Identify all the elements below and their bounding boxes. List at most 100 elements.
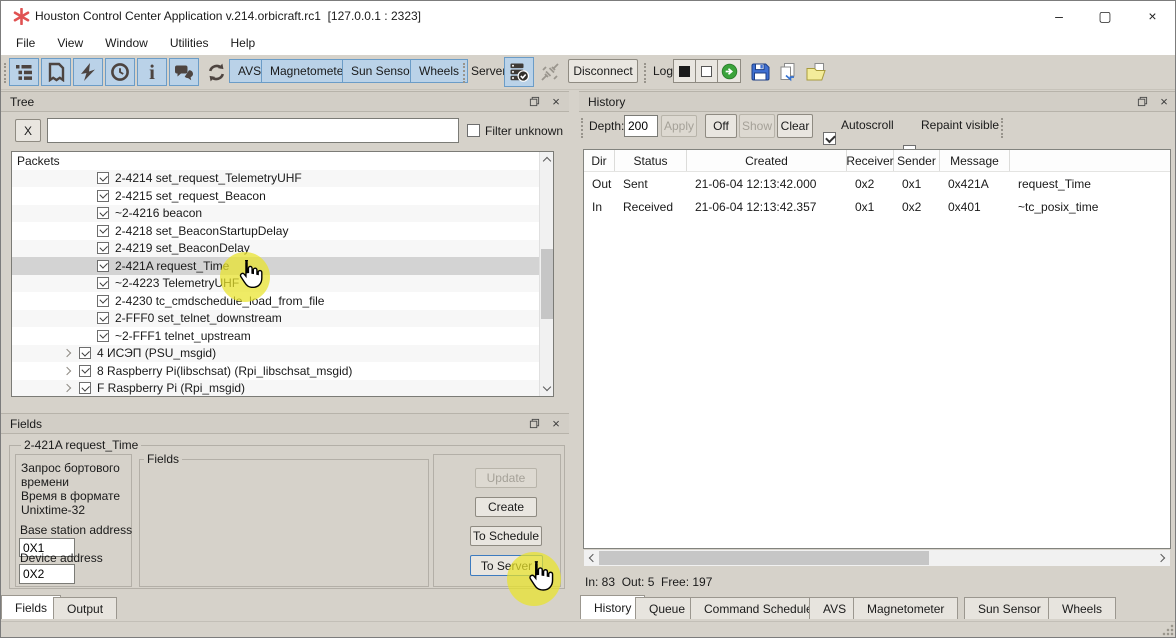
save-log-button[interactable] bbox=[747, 58, 773, 86]
checkbox-checked-icon[interactable] bbox=[79, 382, 91, 394]
tree-root-row[interactable]: Packets bbox=[12, 152, 539, 170]
log-pause-button[interactable] bbox=[695, 59, 718, 83]
show-button[interactable]: Show bbox=[739, 114, 775, 138]
tree-group-row[interactable]: 8 Raspberry Pi(libschsat) (Rpi_libschsat… bbox=[12, 362, 539, 380]
apply-button[interactable]: Apply bbox=[661, 115, 697, 137]
resize-grip[interactable] bbox=[1162, 624, 1174, 636]
checkbox-checked-icon[interactable] bbox=[97, 225, 109, 237]
filter-unknown-checkbox[interactable] bbox=[467, 124, 480, 137]
tree-row[interactable]: 2-FFF0 set_telnet_downstream bbox=[12, 310, 539, 328]
col-status[interactable]: Status bbox=[615, 150, 687, 171]
checkbox-checked-icon[interactable] bbox=[79, 347, 91, 359]
sync-toolbar-button[interactable] bbox=[202, 58, 230, 86]
toolbar-handle-server[interactable] bbox=[463, 63, 465, 83]
copy-log-button[interactable] bbox=[775, 58, 801, 86]
tab-output[interactable]: Output bbox=[53, 597, 117, 619]
checkbox-checked-icon[interactable] bbox=[97, 190, 109, 202]
minimize-button[interactable]: – bbox=[1036, 1, 1082, 31]
scroll-right-icon[interactable] bbox=[1155, 550, 1170, 566]
menu-utilities[interactable]: Utilities bbox=[159, 33, 220, 53]
tab-wheels[interactable]: Wheels bbox=[1048, 597, 1116, 619]
server-status-button[interactable] bbox=[504, 57, 534, 87]
lightning-toolbar-button[interactable] bbox=[73, 58, 103, 86]
close-panel-icon[interactable]: × bbox=[547, 416, 565, 432]
tab-magnetometer[interactable]: Magnetometer bbox=[853, 597, 958, 619]
checkbox-checked-icon[interactable] bbox=[97, 312, 109, 324]
float-panel-icon[interactable] bbox=[1133, 94, 1151, 110]
chevron-right-icon[interactable] bbox=[63, 384, 71, 392]
close-panel-icon[interactable]: × bbox=[547, 94, 565, 110]
tree-view-toolbar-button[interactable] bbox=[9, 58, 39, 86]
scroll-down-icon[interactable] bbox=[540, 381, 553, 396]
col-sender[interactable]: Sender bbox=[894, 150, 940, 171]
checkbox-checked-icon[interactable] bbox=[97, 295, 109, 307]
close-panel-icon[interactable]: × bbox=[1155, 94, 1173, 110]
menu-file[interactable]: File bbox=[5, 33, 46, 53]
checkbox-checked-icon[interactable] bbox=[97, 172, 109, 184]
tree-row[interactable]: ~2-4223 TelemetryUHF bbox=[12, 275, 539, 293]
device-address-field[interactable] bbox=[19, 564, 75, 584]
chat-toolbar-button[interactable] bbox=[169, 58, 199, 86]
toolbar-handle[interactable] bbox=[4, 63, 6, 83]
tree-filter-input[interactable] bbox=[47, 118, 459, 143]
menu-help[interactable]: Help bbox=[220, 33, 267, 53]
tree-scrollbar[interactable] bbox=[539, 152, 553, 396]
tree-row[interactable]: 2-4219 set_BeaconDelay bbox=[12, 240, 539, 258]
tab-sun-sensor[interactable]: Sun Sensor bbox=[964, 597, 1055, 619]
checkbox-checked-icon[interactable] bbox=[97, 277, 109, 289]
float-panel-icon[interactable] bbox=[525, 94, 543, 110]
col-extra[interactable] bbox=[1010, 150, 1170, 171]
off-button[interactable]: Off bbox=[705, 114, 737, 138]
autoscroll-checkbox[interactable] bbox=[823, 132, 836, 145]
tree-row[interactable]: 2-4230 tc_cmdschedule_load_from_file bbox=[12, 292, 539, 310]
scroll-left-icon[interactable] bbox=[584, 550, 599, 566]
tree-group-row[interactable]: 4 ИСЭП (PSU_msgid) bbox=[12, 345, 539, 363]
info-toolbar-button[interactable]: i bbox=[137, 58, 167, 86]
tree-group-row[interactable]: F Raspberry Pi (Rpi_msgid) bbox=[12, 380, 539, 398]
tree-row[interactable]: 2-4215 set_request_Beacon bbox=[12, 187, 539, 205]
history-hscrollbar[interactable] bbox=[584, 550, 1170, 566]
tab-command-schedule[interactable]: Command Schedule bbox=[690, 597, 827, 619]
menu-view[interactable]: View bbox=[46, 33, 94, 53]
update-button[interactable]: Update bbox=[475, 468, 537, 488]
checkbox-checked-icon[interactable] bbox=[79, 365, 91, 377]
chevron-right-icon[interactable] bbox=[63, 367, 71, 375]
history-row[interactable]: In Received 21-06-04 12:13:42.357 0x1 0x… bbox=[584, 195, 1170, 218]
tree-row-selected[interactable]: 2-421A request_Time bbox=[12, 257, 539, 275]
float-panel-icon[interactable] bbox=[525, 416, 543, 432]
clear-filter-button[interactable]: X bbox=[15, 119, 41, 142]
col-message[interactable]: Message bbox=[940, 150, 1010, 171]
depth-input[interactable] bbox=[624, 115, 658, 137]
col-receiver[interactable]: Receiver bbox=[847, 150, 894, 171]
maximize-button[interactable]: ▢ bbox=[1082, 1, 1128, 31]
col-created[interactable]: Created bbox=[687, 150, 847, 171]
scroll-up-icon[interactable] bbox=[540, 152, 553, 167]
to-schedule-button[interactable]: To Schedule bbox=[470, 526, 542, 546]
log-stop-button[interactable] bbox=[673, 59, 696, 83]
checkbox-checked-icon[interactable] bbox=[97, 330, 109, 342]
toolbar-handle-log[interactable] bbox=[644, 63, 646, 83]
history-row[interactable]: Out Sent 21-06-04 12:13:42.000 0x2 0x1 0… bbox=[584, 172, 1170, 195]
tab-fields[interactable]: Fields bbox=[1, 595, 61, 619]
clock-toolbar-button[interactable] bbox=[105, 58, 135, 86]
checkbox-checked-icon[interactable] bbox=[97, 260, 109, 272]
tree-row[interactable]: ~2-FFF1 telnet_upstream bbox=[12, 327, 539, 345]
history-toolbar-handle[interactable] bbox=[581, 118, 583, 138]
history-hscrollbar-thumb[interactable] bbox=[599, 551, 929, 565]
disconnect-button[interactable]: Disconnect bbox=[568, 59, 638, 83]
tree-row[interactable]: 2-4214 set_request_TelemetryUHF bbox=[12, 170, 539, 188]
checkbox-checked-icon[interactable] bbox=[97, 242, 109, 254]
clear-button[interactable]: Clear bbox=[777, 114, 813, 138]
tree-scrollbar-thumb[interactable] bbox=[541, 249, 553, 319]
tree-row[interactable]: 2-4218 set_BeaconStartupDelay bbox=[12, 222, 539, 240]
col-dir[interactable]: Dir bbox=[584, 150, 615, 171]
close-button[interactable]: × bbox=[1128, 1, 1176, 31]
open-log-button[interactable] bbox=[803, 58, 829, 86]
tree-row[interactable]: ~2-4216 beacon bbox=[12, 205, 539, 223]
chevron-right-icon[interactable] bbox=[63, 349, 71, 357]
log-start-button[interactable] bbox=[717, 59, 741, 83]
create-button[interactable]: Create bbox=[475, 497, 537, 517]
checkbox-checked-icon[interactable] bbox=[97, 207, 109, 219]
history-toolbar-handle2[interactable] bbox=[1001, 118, 1003, 138]
report-toolbar-button[interactable] bbox=[41, 58, 71, 86]
